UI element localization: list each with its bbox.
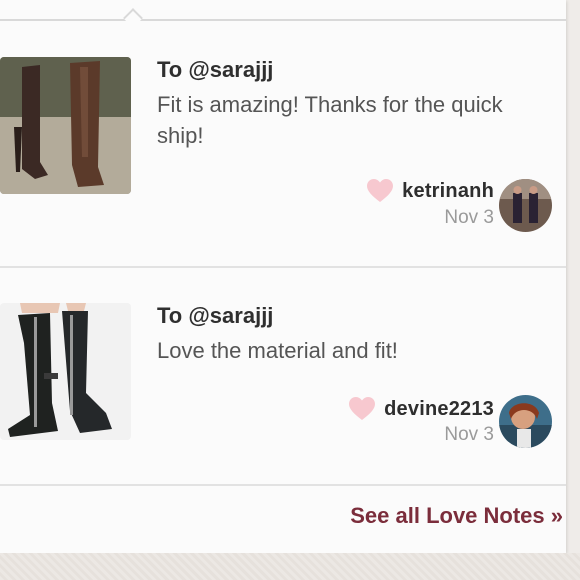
note-message: Love the material and fit! [157,338,398,363]
author-row: devine2213 [348,396,494,422]
boots-photo [0,57,131,194]
note-date: Nov 3 [444,424,494,445]
author-username[interactable]: devine2213 [384,398,494,421]
see-all-love-notes-link[interactable]: See all Love Notes » [350,503,563,529]
author-row: ketrinanh [366,178,494,204]
recipient-line: To @sarajjj [157,57,274,82]
card-top-border [0,19,566,21]
footer-divider [0,484,566,486]
listing-thumbnail[interactable] [0,303,131,440]
boots-photo [0,303,131,440]
author-avatar[interactable] [499,395,552,448]
avatar-image [499,395,552,448]
note-message: Fit is amazing! Thanks for the quick shi… [157,92,503,148]
heart-icon[interactable] [348,396,376,422]
recipient-line: To @sarajjj [157,303,274,328]
author-avatar[interactable] [499,179,552,232]
heart-icon[interactable] [366,178,394,204]
pointer-caret-icon [123,8,143,28]
avatar-image [499,179,552,232]
author-username[interactable]: ketrinanh [402,180,494,203]
listing-thumbnail[interactable] [0,57,131,194]
note-date: Nov 3 [444,207,494,228]
love-notes-card: To @sarajjj Fit is amazing! Thanks for t… [0,0,566,553]
page-background-strip [0,553,580,580]
note-divider [0,266,566,268]
